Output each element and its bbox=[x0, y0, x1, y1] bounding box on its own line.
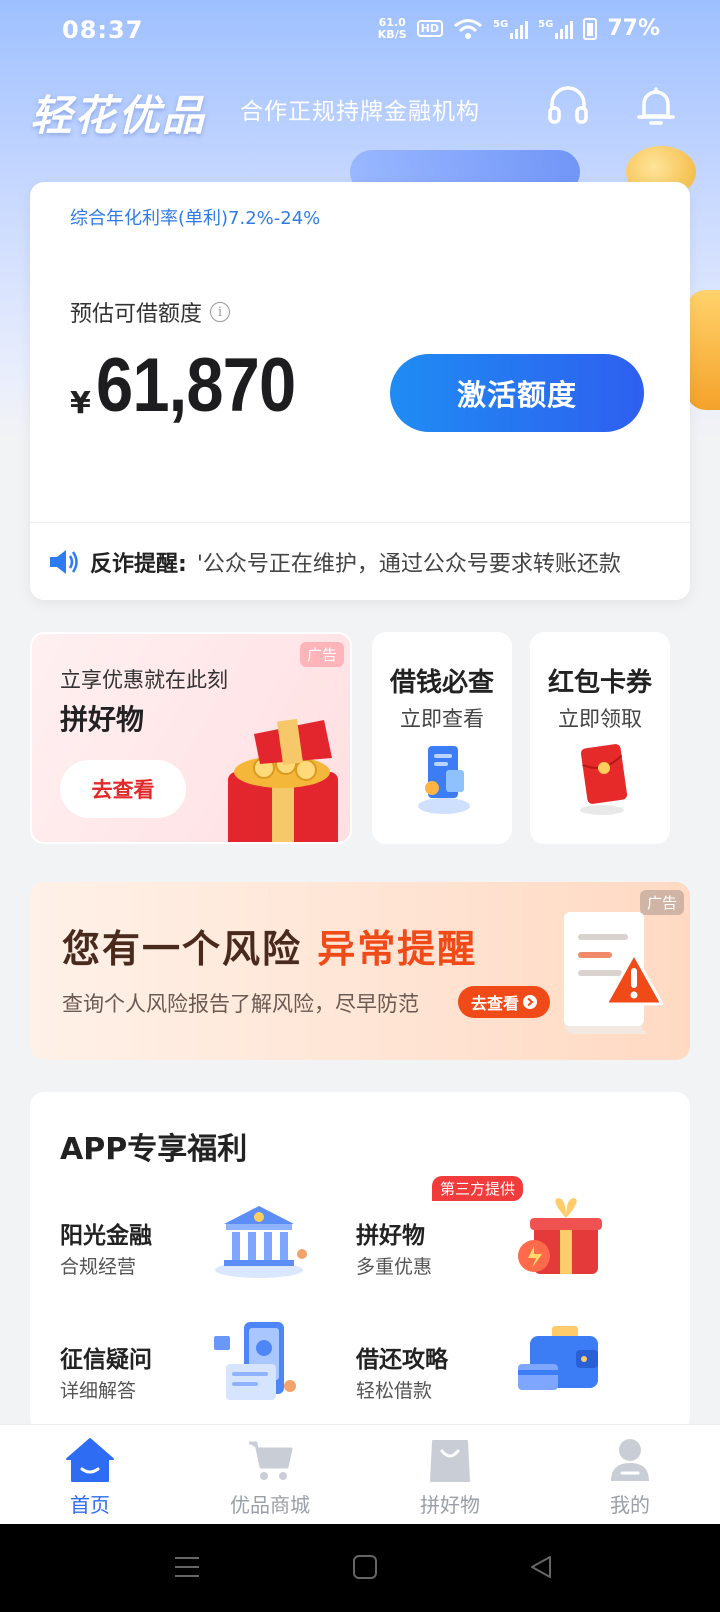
benefit-item-haowu[interactable]: 第三方提供 拼好物 多重优惠 bbox=[356, 1176, 656, 1316]
benefit-name: 借还攻略 bbox=[356, 1347, 448, 1373]
risk-view-button[interactable]: 去查看 bbox=[458, 986, 550, 1018]
red-envelope-icon bbox=[580, 744, 628, 815]
risk-title: 您有一个风险 异常提醒 bbox=[62, 927, 478, 971]
battery-percent: 77% bbox=[607, 16, 660, 41]
activate-quota-button[interactable]: 激活额度 bbox=[390, 354, 644, 432]
bank-building-icon bbox=[215, 1206, 307, 1278]
wifi-icon bbox=[454, 18, 482, 39]
divider bbox=[30, 522, 690, 523]
promo-card-haowu[interactable]: 广告 立享优惠就在此刻 拼好物 去查看 bbox=[30, 632, 352, 844]
user-icon bbox=[611, 1439, 649, 1481]
promo-title: 拼好物 bbox=[60, 703, 145, 736]
quota-label: 预估可借额度 i bbox=[70, 296, 231, 328]
system-navigation-bar bbox=[0, 1524, 720, 1612]
home-button-icon[interactable] bbox=[352, 1554, 378, 1580]
benefit-desc: 详细解答 bbox=[60, 1380, 137, 1402]
promo-view-button[interactable]: 去查看 bbox=[60, 760, 186, 818]
currency-symbol: ¥ bbox=[70, 386, 91, 421]
status-icons: 61.0 KB/S HD 5G 5G 77% bbox=[378, 16, 660, 41]
fraud-notice[interactable]: 反诈提醒: '公众号正在维护，通过公众号要求转账还款 bbox=[48, 532, 678, 592]
home-icon bbox=[66, 1438, 114, 1482]
bottom-tab-bar: 首页 优品商城 拼好物 我的 bbox=[0, 1424, 720, 1524]
benefit-item-sunshine-finance[interactable]: 阳光金融 合规经营 bbox=[60, 1206, 360, 1316]
signal-5g-1-icon: 5G bbox=[493, 19, 529, 39]
risk-subtitle: 查询个人风险报告了解风险，尽早防范 bbox=[62, 992, 419, 1016]
ad-tag: 广告 bbox=[299, 642, 344, 667]
info-icon[interactable]: i bbox=[210, 302, 231, 322]
promo-subtitle: 立享优惠就在此刻 bbox=[60, 668, 228, 692]
shopping-bag-icon bbox=[430, 1440, 470, 1482]
bell-icon[interactable] bbox=[634, 84, 678, 128]
benefit-name: 阳光金融 bbox=[60, 1223, 152, 1249]
gift-box-icon bbox=[228, 718, 338, 842]
tab-mall[interactable]: 优品商城 bbox=[210, 1437, 330, 1518]
net-speed: 61.0 KB/S bbox=[377, 15, 407, 41]
benefit-name: 征信疑问 bbox=[60, 1347, 152, 1373]
promo-title: 红包卡券 bbox=[547, 668, 652, 698]
tab-mine[interactable]: 我的 bbox=[570, 1437, 690, 1518]
warning-document-icon bbox=[564, 912, 664, 1034]
promo-subtitle: 立即查看 bbox=[400, 707, 484, 731]
headset-icon[interactable] bbox=[546, 84, 590, 128]
quota-amount: 61,870 bbox=[96, 343, 296, 428]
promo-card-coupons[interactable]: 红包卡券 立即领取 bbox=[530, 632, 670, 844]
report-icon bbox=[418, 746, 470, 814]
risk-alert-banner[interactable]: 广告 您有一个风险 异常提醒 查询个人风险报告了解风险，尽早防范 去查看 bbox=[30, 882, 690, 1060]
section-title: APP专享福利 bbox=[60, 1132, 248, 1167]
interest-rate: 综合年化利率(单利)7.2%-24% bbox=[70, 208, 321, 229]
wallet-icon bbox=[518, 1326, 598, 1390]
status-bar: 08:37 61.0 KB/S HD 5G 5G 77% bbox=[0, 0, 720, 64]
benefit-desc: 合规经营 bbox=[60, 1256, 137, 1278]
phone-report-icon bbox=[214, 1322, 296, 1400]
back-icon[interactable] bbox=[528, 1554, 554, 1580]
brand-logo: 轻花优品 bbox=[30, 91, 207, 140]
signal-5g-2-icon: 5G bbox=[538, 19, 574, 39]
app-benefits-section: APP专享福利 阳光金融 合规经营 第三方提供 拼好物 多重优惠 征信疑问 详细… bbox=[30, 1092, 690, 1432]
arrow-right-icon bbox=[523, 995, 537, 1009]
benefit-name: 拼好物 bbox=[356, 1223, 425, 1249]
credit-card: 综合年化利率(单利)7.2%-24% 预估可借额度 i ¥ 61,870 激活额… bbox=[30, 182, 690, 600]
battery-icon bbox=[583, 17, 598, 40]
gift-box-icon bbox=[518, 1198, 602, 1274]
notice-title: 反诈提醒: bbox=[90, 552, 187, 577]
promo-card-loan-check[interactable]: 借钱必查 立即查看 bbox=[372, 632, 512, 844]
shopping-cart-icon bbox=[249, 1441, 293, 1480]
benefit-desc: 多重优惠 bbox=[356, 1256, 433, 1278]
hd-icon: HD bbox=[416, 20, 443, 37]
benefit-desc: 轻松借款 bbox=[356, 1380, 433, 1402]
tab-home[interactable]: 首页 bbox=[30, 1437, 150, 1518]
promo-title: 借钱必查 bbox=[389, 668, 494, 698]
promo-subtitle: 立即领取 bbox=[558, 707, 642, 731]
side-decoration bbox=[686, 290, 720, 410]
status-time: 08:37 bbox=[62, 16, 144, 44]
brand-tagline: 合作正规持牌金融机构 bbox=[240, 99, 480, 125]
menu-icon[interactable] bbox=[174, 1554, 200, 1580]
tab-haowu[interactable]: 拼好物 bbox=[390, 1437, 510, 1518]
notice-text: '公众号正在维护，通过公众号要求转账还款 bbox=[196, 552, 621, 577]
speaker-icon bbox=[50, 550, 78, 574]
